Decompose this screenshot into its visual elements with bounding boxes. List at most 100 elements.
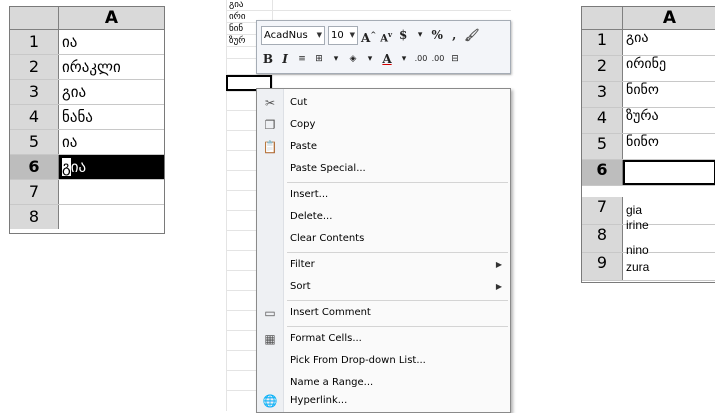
cell[interactable]: ია bbox=[62, 30, 164, 54]
font-size-select[interactable]: 10 ▼ bbox=[328, 25, 358, 45]
font-name-select[interactable]: AcadNus ▼ bbox=[261, 25, 325, 45]
chevron-down-icon[interactable]: ▾ bbox=[413, 26, 427, 44]
table-row: 5 ნინო bbox=[582, 134, 715, 160]
row-header[interactable]: 5 bbox=[582, 134, 623, 159]
left-spreadsheet: A 1 ია 2 ირაკლი 3 გია 4 ნანა 5 ია 6 გია … bbox=[9, 6, 165, 234]
row-header[interactable]: 6 bbox=[582, 160, 623, 185]
merge-center-icon[interactable]: ⊟ bbox=[448, 50, 462, 68]
menu-item-paste[interactable]: 📋 Paste bbox=[257, 136, 510, 158]
row-header[interactable]: 7 bbox=[582, 197, 623, 224]
menu-item-filter[interactable]: Filter ▶ bbox=[257, 254, 510, 276]
menu-item-paste-special[interactable]: Paste Special... bbox=[257, 158, 510, 180]
table-row: 1 ია bbox=[10, 30, 164, 55]
row-header[interactable]: 9 bbox=[582, 253, 623, 280]
cell[interactable] bbox=[62, 180, 164, 204]
increase-decimal-button[interactable]: .00 bbox=[414, 50, 428, 68]
menu-item-cut[interactable]: ✂ Cut bbox=[257, 92, 510, 114]
table-row: 1 გია bbox=[582, 30, 715, 56]
menu-item-pick-from-list[interactable]: Pick From Drop-down List... bbox=[257, 350, 510, 372]
table-row-active: 6 გია bbox=[10, 155, 164, 180]
cell[interactable]: ნინო bbox=[626, 82, 715, 107]
row-header[interactable]: 7 bbox=[10, 180, 59, 204]
menu-item-format-cells[interactable]: ▦ Format Cells... bbox=[257, 328, 510, 350]
pasted-text-line: gia bbox=[626, 203, 643, 217]
cell[interactable]: გია bbox=[62, 80, 164, 104]
menu-item-label: Copy bbox=[290, 119, 316, 130]
selected-cell[interactable] bbox=[623, 160, 715, 185]
chevron-down-icon[interactable]: ▾ bbox=[363, 50, 377, 68]
menu-item-label: Delete... bbox=[290, 211, 333, 222]
table-row: 4 ზურა bbox=[582, 108, 715, 134]
cell[interactable]: ირაკლი bbox=[62, 55, 164, 79]
format-painter-icon[interactable]: 🖌 bbox=[464, 26, 479, 44]
menu-item-sort[interactable]: Sort ▶ bbox=[257, 276, 510, 298]
column-header-a[interactable]: A bbox=[59, 7, 164, 30]
cell[interactable]: ნანა bbox=[62, 105, 164, 129]
selected-cell[interactable]: გია bbox=[59, 155, 164, 179]
chevron-down-icon[interactable]: ▾ bbox=[329, 50, 343, 68]
table-row: 3 გია bbox=[10, 80, 164, 105]
column-header-a[interactable]: A bbox=[623, 7, 715, 30]
menu-item-label: Sort bbox=[290, 281, 311, 292]
cell[interactable]: ზურა bbox=[626, 108, 715, 133]
cell[interactable] bbox=[62, 205, 164, 229]
row-header[interactable]: 3 bbox=[582, 82, 623, 107]
italic-button[interactable]: I bbox=[278, 50, 292, 68]
cell[interactable]: გია bbox=[229, 0, 243, 11]
copy-icon: ❐ bbox=[264, 118, 276, 132]
menu-separator bbox=[287, 300, 508, 301]
font-color-button[interactable]: A bbox=[380, 50, 394, 68]
cell[interactable]: ზურ bbox=[229, 36, 245, 47]
table-row: 8 bbox=[10, 205, 164, 229]
borders-icon[interactable]: ⊞ bbox=[312, 50, 326, 68]
menu-item-label: Paste bbox=[290, 141, 317, 152]
menu-item-label: Clear Contents bbox=[290, 233, 365, 244]
menu-item-hyperlink[interactable]: 🌐 Hyperlink... bbox=[257, 390, 510, 412]
decrease-decimal-button[interactable]: .00 bbox=[431, 50, 445, 68]
menu-item-delete[interactable]: Delete... bbox=[257, 206, 510, 228]
table-row: 5 ია bbox=[10, 130, 164, 155]
row-header[interactable]: 8 bbox=[10, 205, 59, 229]
row-header[interactable]: 4 bbox=[582, 108, 623, 133]
fill-color-icon[interactable]: ◈ bbox=[346, 50, 360, 68]
cell[interactable]: ირი bbox=[229, 12, 245, 23]
align-center-icon[interactable]: ≡ bbox=[295, 50, 309, 68]
row-header[interactable]: 4 bbox=[10, 105, 59, 129]
bold-button[interactable]: B bbox=[261, 50, 275, 68]
mini-toolbar-row-2: B I ≡ ⊞ ▾ ◈ ▾ A ▾ .00 .00 ⊟ bbox=[261, 48, 506, 70]
chevron-down-icon[interactable]: ▾ bbox=[397, 50, 411, 68]
select-all-corner[interactable] bbox=[582, 7, 623, 30]
cell[interactable]: ია bbox=[62, 130, 164, 154]
middle-spreadsheet: გია ირი ნინ ზურ AcadNus ▼ 10 ▼ A^ Av $ ▾… bbox=[206, 0, 511, 413]
menu-item-insert-comment[interactable]: ▭ Insert Comment bbox=[257, 302, 510, 324]
select-all-corner[interactable] bbox=[10, 7, 59, 30]
row-header[interactable]: 1 bbox=[10, 30, 59, 54]
row-header[interactable]: 8 bbox=[582, 225, 623, 252]
table-row: 3 ნინო bbox=[582, 82, 715, 108]
row-header[interactable]: 2 bbox=[10, 55, 59, 79]
menu-item-copy[interactable]: ❐ Copy bbox=[257, 114, 510, 136]
cell[interactable]: ნინო bbox=[626, 134, 715, 159]
currency-button[interactable]: $ bbox=[396, 26, 410, 44]
comma-button[interactable]: , bbox=[447, 26, 461, 44]
menu-item-insert[interactable]: Insert... bbox=[257, 184, 510, 206]
row-header[interactable]: 5 bbox=[10, 130, 59, 154]
pasted-text-line: nino bbox=[626, 243, 649, 257]
row-header[interactable]: 2 bbox=[582, 56, 623, 81]
mini-toolbar: AcadNus ▼ 10 ▼ A^ Av $ ▾ % , 🖌 B I ≡ ⊞ ▾… bbox=[256, 20, 511, 74]
row-header[interactable]: 3 bbox=[10, 80, 59, 104]
row-header[interactable]: 1 bbox=[582, 30, 623, 55]
menu-item-label: Insert... bbox=[290, 189, 329, 200]
row-header[interactable]: 6 bbox=[10, 155, 59, 179]
menu-item-clear-contents[interactable]: Clear Contents bbox=[257, 228, 510, 250]
cell[interactable]: ირინე bbox=[626, 56, 715, 81]
percent-button[interactable]: % bbox=[430, 26, 444, 44]
comment-icon: ▭ bbox=[264, 306, 276, 320]
context-menu: ✂ Cut ❐ Copy 📋 Paste Paste Special... In… bbox=[256, 88, 511, 413]
shrink-font-button[interactable]: Av bbox=[379, 26, 393, 44]
menu-item-label: Insert Comment bbox=[290, 307, 371, 318]
cell[interactable]: ნინ bbox=[229, 24, 243, 35]
mini-toolbar-row-1: AcadNus ▼ 10 ▼ A^ Av $ ▾ % , 🖌 bbox=[261, 24, 506, 46]
cell[interactable]: გია bbox=[626, 30, 715, 55]
grow-font-button[interactable]: A^ bbox=[361, 26, 376, 45]
